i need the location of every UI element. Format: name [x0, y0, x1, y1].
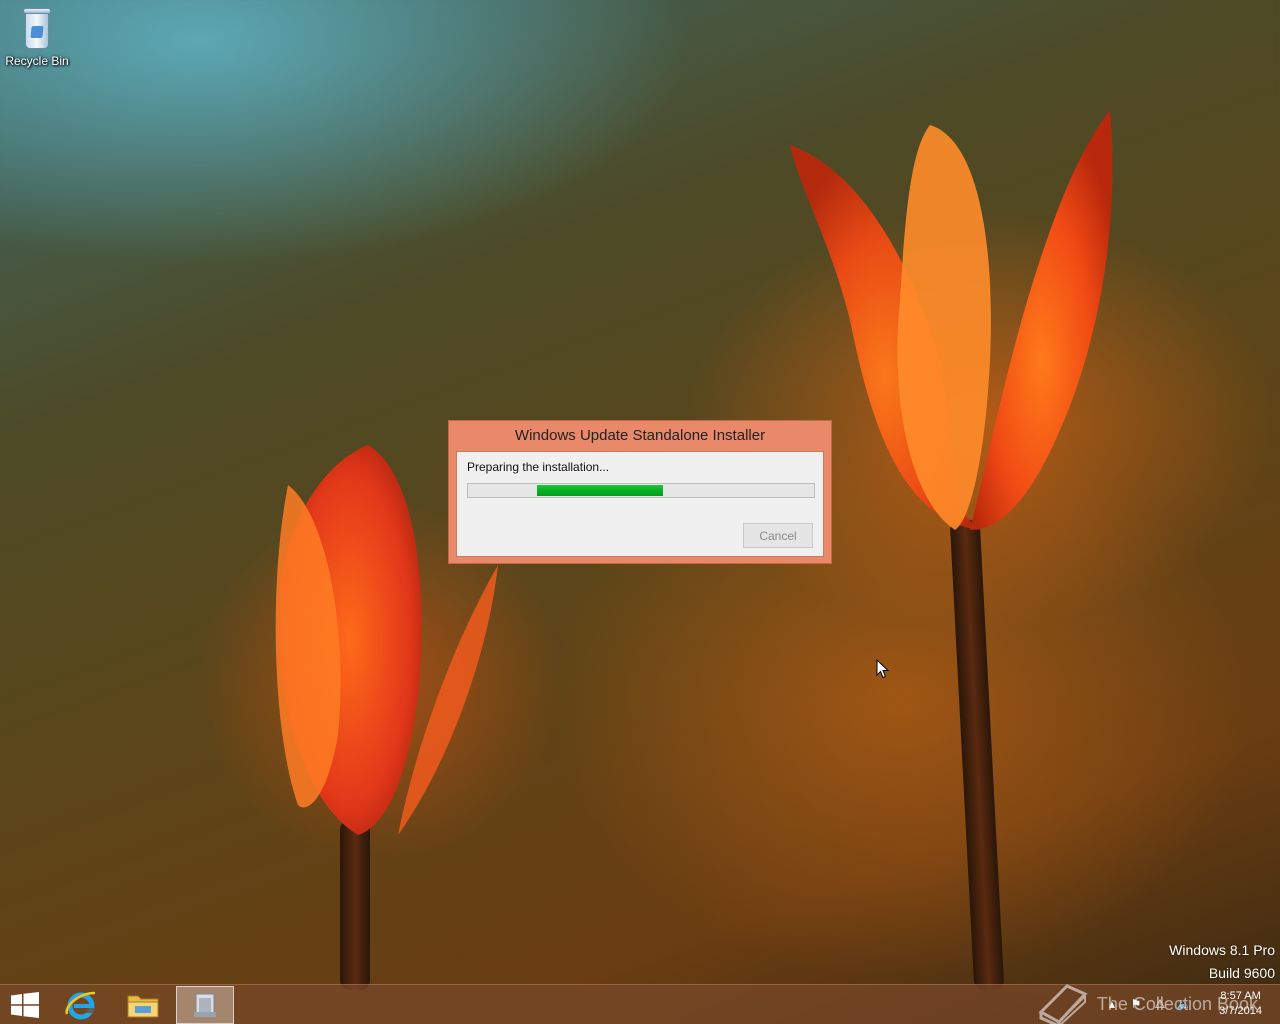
- clock[interactable]: 8:57 AM 3/7/2014: [1219, 989, 1262, 1019]
- dialog-client-area: Preparing the installation... Cancel: [456, 451, 824, 557]
- speaker-icon[interactable]: 🔈: [1176, 996, 1192, 1012]
- mouse-cursor-icon: [876, 659, 890, 679]
- tulip-stem-right: [949, 520, 1005, 990]
- desktop-icon-label: Recycle Bin: [5, 54, 69, 68]
- system-tray: ▴ ⚑ ⚠ 🔈 8:57 AM 3/7/2014: [1100, 985, 1280, 1024]
- cancel-button[interactable]: Cancel: [743, 523, 813, 548]
- progress-chunk: [537, 485, 664, 496]
- folder-icon: [127, 995, 159, 1018]
- taskbar-file-explorer[interactable]: [114, 986, 172, 1024]
- installer-icon: [194, 993, 216, 1017]
- status-text: Preparing the installation...: [467, 460, 610, 474]
- network-warning-icon[interactable]: ⚠: [1152, 996, 1168, 1012]
- desktop-icon-recycle-bin[interactable]: Recycle Bin: [4, 6, 70, 76]
- progress-bar: [467, 483, 815, 498]
- recycle-bin-icon: [22, 6, 52, 50]
- build-text: Build 9600: [1208, 965, 1275, 981]
- taskbar-internet-explorer[interactable]: [52, 986, 110, 1024]
- taskbar-standalone-installer[interactable]: [176, 986, 234, 1024]
- windows-logo-icon: [11, 992, 39, 1018]
- tulip-right: [790, 110, 1113, 530]
- dialog-title[interactable]: Windows Update Standalone Installer: [449, 421, 831, 451]
- taskbar: ▴ ⚑ ⚠ 🔈 8:57 AM 3/7/2014: [0, 984, 1280, 1024]
- internet-explorer-icon: [65, 991, 96, 1020]
- installer-dialog: Windows Update Standalone Installer Prep…: [448, 420, 832, 564]
- edition-text: Windows 8.1 Pro: [1169, 942, 1275, 958]
- flag-icon[interactable]: ⚑: [1128, 996, 1144, 1012]
- start-button[interactable]: [0, 986, 50, 1024]
- chevron-up-icon[interactable]: ▴: [1104, 996, 1120, 1012]
- tulip-stem-left: [340, 820, 370, 990]
- clock-time: 8:57 AM: [1220, 990, 1261, 1002]
- windows-version-watermark: Windows 8.1 Pro Build 9600: [1169, 939, 1275, 985]
- clock-date: 3/7/2014: [1219, 1005, 1262, 1017]
